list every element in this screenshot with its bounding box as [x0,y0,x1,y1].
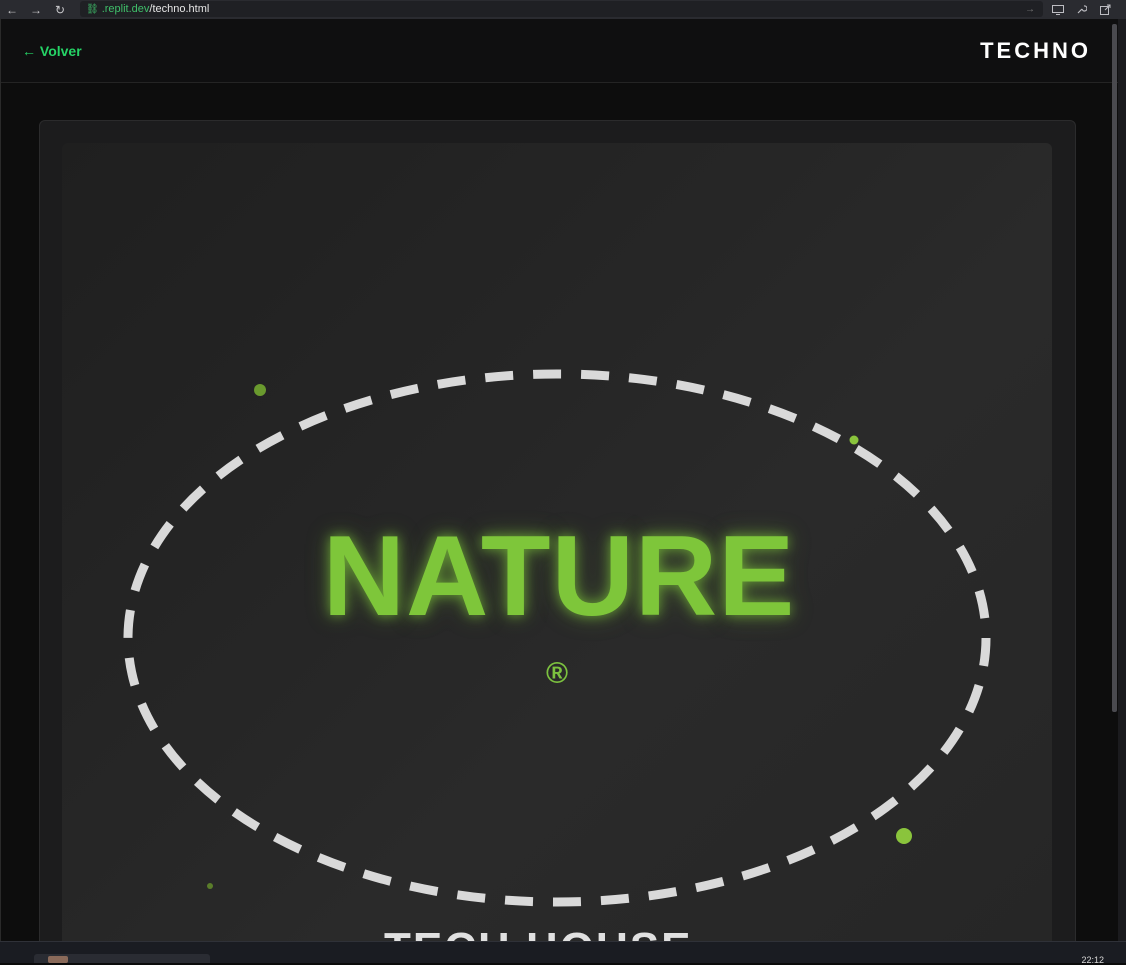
hero-title: NATURE [322,513,796,640]
url-path: /techno.html [149,3,210,15]
hero-subtitle: TECH HOUSE [384,924,744,941]
registered-mark: ® [545,657,569,690]
glow-dot-1 [254,384,266,396]
url-domain: .replit.dev [101,3,150,15]
glow-dot-3 [896,828,912,844]
forward-icon[interactable]: → [24,0,48,19]
hero-graphic [123,369,991,907]
go-icon[interactable]: → [1025,4,1035,15]
scrollbar-thumb[interactable] [1112,24,1117,712]
back-icon[interactable]: ← [0,0,24,19]
taskbar-clock: 22:12 [1081,955,1104,965]
wrench-icon[interactable] [1072,0,1090,19]
scrollbar-track[interactable] [1118,19,1126,941]
link-icon: ⛓ [86,3,99,15]
reload-icon[interactable]: ↻ [48,0,72,19]
browser-toolbar: ← → ↻ ⛓ .replit.dev /techno.html → [0,0,1126,19]
page-viewport: ← Volver TECHNO NATURE ® TECH HOUSE [0,19,1119,941]
monitor-icon[interactable] [1049,0,1067,19]
taskbar: 22:12 [0,941,1126,965]
glow-dot-2 [849,435,859,445]
address-bar[interactable]: ⛓ .replit.dev /techno.html → [80,1,1043,17]
open-external-icon[interactable] [1096,0,1114,19]
glow-dot-4 [207,883,213,889]
